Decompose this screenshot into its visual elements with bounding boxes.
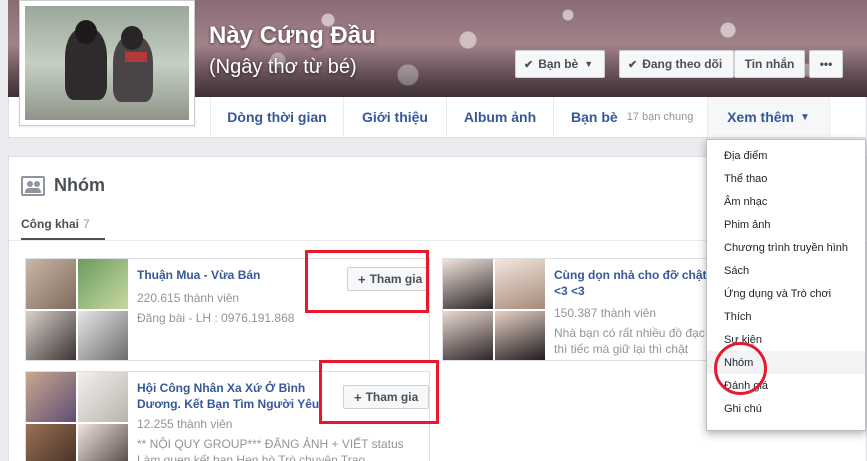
tab-photos[interactable]: Album ảnh bbox=[446, 97, 553, 137]
group-thumbnail bbox=[26, 424, 76, 461]
group-thumbnail bbox=[78, 311, 128, 360]
avatar-image bbox=[25, 6, 189, 120]
friends-button[interactable]: ✔ Bạn bè ▼ bbox=[515, 50, 605, 78]
ellipsis-icon: ••• bbox=[819, 57, 833, 71]
group-description: Đăng bài - LH : 0976.191.868 bbox=[137, 311, 295, 325]
message-button[interactable]: Tin nhắn bbox=[734, 50, 805, 78]
group-description: ** NỘI QUY GROUP*** ĐĂNG ẢNH + VIẾT stat… bbox=[137, 437, 404, 461]
menu-item-sports[interactable]: Thể thao bbox=[707, 167, 865, 190]
menu-item-notes[interactable]: Ghi chú bbox=[707, 397, 865, 420]
checkmark-icon: ✔ bbox=[628, 58, 638, 71]
group-cover-thumbnails[interactable] bbox=[26, 372, 129, 461]
profile-name[interactable]: Này Cứng Đầu bbox=[209, 22, 376, 50]
group-member-count: 220.615 thành viên bbox=[137, 291, 240, 305]
group-thumbnail bbox=[443, 259, 493, 309]
group-description: Nhà bạn có rất nhiều đồ đạc thì tiếc mà … bbox=[554, 326, 705, 360]
following-button-label: Đang theo dõi bbox=[642, 57, 723, 71]
group-thumbnail bbox=[26, 259, 76, 309]
caret-down-icon: ▼ bbox=[800, 111, 810, 123]
tab-about-label: Giới thiệu bbox=[362, 109, 428, 125]
menu-item-books[interactable]: Sách bbox=[707, 259, 865, 282]
group-cover-thumbnails[interactable] bbox=[443, 259, 546, 360]
menu-item-places[interactable]: Địa điểm bbox=[707, 144, 865, 167]
groups-title: Nhóm bbox=[54, 175, 105, 195]
group-thumbnail bbox=[495, 259, 545, 309]
tab-timeline[interactable]: Dòng thời gian bbox=[210, 97, 343, 137]
more-options-button[interactable]: ••• bbox=[809, 50, 843, 78]
avatar-figure-head bbox=[75, 20, 97, 44]
checkmark-icon: ✔ bbox=[524, 58, 534, 71]
menu-item-likes[interactable]: Thích bbox=[707, 305, 865, 328]
tab-timeline-label: Dòng thời gian bbox=[227, 109, 327, 125]
groups-icon bbox=[21, 175, 45, 196]
group-thumbnail bbox=[78, 259, 128, 309]
menu-item-music[interactable]: Âm nhạc bbox=[707, 190, 865, 213]
menu-item-apps-games[interactable]: Ứng dụng và Trò chơi bbox=[707, 282, 865, 305]
public-groups-label: Công khai bbox=[21, 217, 80, 231]
tab-friends[interactable]: Bạn bè 17 bạn chung bbox=[553, 97, 707, 137]
tab-photos-label: Album ảnh bbox=[463, 109, 537, 125]
tab-about[interactable]: Giới thiệu bbox=[343, 97, 446, 137]
profile-avatar[interactable] bbox=[19, 0, 195, 126]
public-groups-count: 7 bbox=[83, 217, 90, 231]
tab-more[interactable]: Xem thêm ▼ bbox=[707, 97, 830, 137]
following-button[interactable]: ✔ Đang theo dõi bbox=[619, 50, 734, 78]
group-thumbnail bbox=[26, 311, 76, 360]
highlight-circle bbox=[714, 342, 767, 395]
highlight-box bbox=[305, 250, 429, 313]
avatar-scarf bbox=[125, 52, 147, 62]
tab-public-groups[interactable]: Công khai 7 bbox=[21, 217, 90, 231]
group-thumbnail bbox=[495, 311, 545, 360]
groups-header: Nhóm bbox=[21, 175, 105, 196]
friends-button-label: Bạn bè bbox=[538, 57, 579, 71]
highlight-box bbox=[319, 360, 439, 424]
tab-friends-label: Bạn bè bbox=[571, 109, 618, 125]
menu-item-tv-shows[interactable]: Chương trình truyền hình bbox=[707, 236, 865, 259]
group-member-count: 12.255 thành viên bbox=[137, 417, 233, 431]
group-thumbnail bbox=[78, 424, 128, 461]
avatar-figure-head bbox=[121, 26, 143, 50]
group-cover-thumbnails[interactable] bbox=[26, 259, 129, 360]
group-title[interactable]: Thuận Mua - Vừa Bán bbox=[137, 267, 307, 283]
group-thumbnail bbox=[443, 311, 493, 360]
group-title[interactable]: Cùng dọn nhà cho đỡ chật <3 <3 bbox=[554, 267, 709, 299]
message-button-label: Tin nhắn bbox=[744, 57, 795, 71]
profile-alternate-name: (Ngây thơ từ bé) bbox=[209, 56, 357, 78]
group-member-count: 150.387 thành viên bbox=[554, 306, 657, 320]
group-thumbnail bbox=[78, 372, 128, 422]
mutual-friends-count: 17 bạn chung bbox=[626, 111, 694, 123]
tab-more-label: Xem thêm bbox=[727, 109, 794, 125]
menu-item-movies[interactable]: Phim ảnh bbox=[707, 213, 865, 236]
chevron-down-icon: ▼ bbox=[584, 59, 594, 69]
group-thumbnail bbox=[26, 372, 76, 422]
group-title[interactable]: Hội Công Nhân Xa Xứ Ở Bình Dương. Kết Bạ… bbox=[137, 380, 337, 412]
